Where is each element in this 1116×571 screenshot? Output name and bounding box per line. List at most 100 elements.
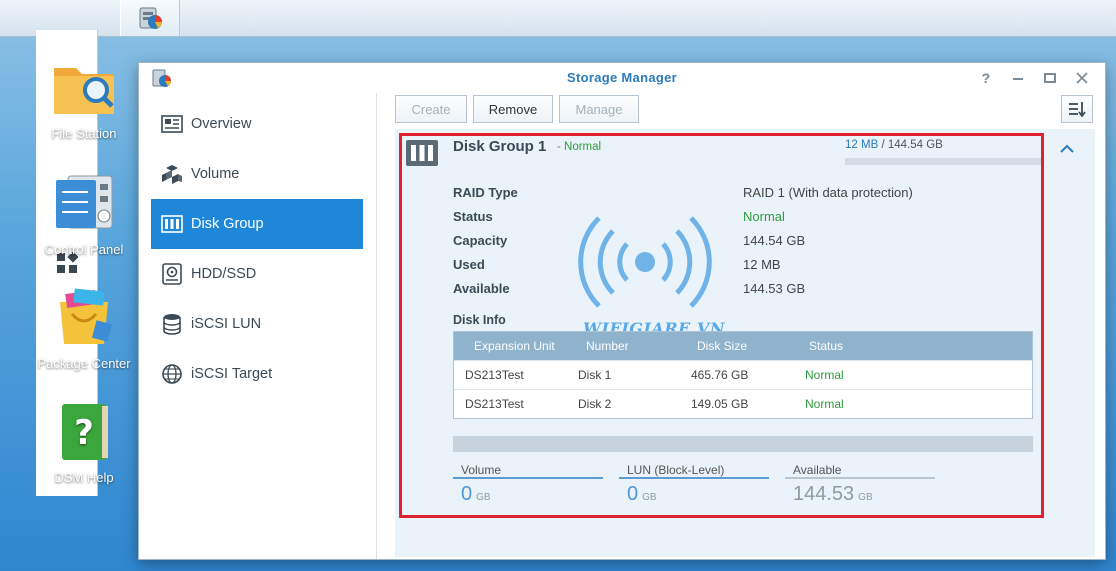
property-key: Used [453,257,485,272]
sidebar-item-volume[interactable]: Volume [151,149,363,199]
property-key: Status [453,209,493,224]
stat-unit: GB [642,492,657,503]
column-header-number[interactable]: Number [586,332,629,360]
disk-group-icon [161,213,183,235]
disk-group-panel[interactable]: Disk Group 1 - Normal 12 MB / 144.54 GB … [395,129,1095,557]
sidebar-item-label: iSCSI LUN [191,316,262,332]
collapse-toggle[interactable] [1059,143,1075,155]
usage-text: 12 MB / 144.54 GB [845,139,943,151]
remove-button[interactable]: Remove [473,95,553,123]
disk-info-table: Expansion Unit Number Disk Size Status D… [453,331,1033,419]
sort-button[interactable] [1061,95,1093,123]
property-value: 144.54 GB [743,233,806,248]
stat-label: Volume [453,461,603,479]
cell-disk-size: 149.05 GB [691,397,749,411]
chevron-up-icon [1060,144,1074,153]
shopping-bag-icon [60,288,113,344]
stat-label: LUN (Block-Level) [619,461,769,479]
stat-lun: LUN (Block-Level) 0 GB [619,461,769,511]
sidebar-item-disk-group[interactable]: Disk Group [151,199,363,249]
iscsi-lun-icon [161,313,183,335]
cell-disk-size: 465.76 GB [691,368,749,382]
disk-info-label: Disk Info [453,313,506,327]
desktop-icon-label: DSM Help [54,470,114,485]
svg-text:?: ? [74,413,94,453]
usage-separator: / [878,139,888,151]
stat-value-wrap: 144.53 GB [785,483,935,506]
allocation-bar [453,436,1033,452]
column-header-disk-size[interactable]: Disk Size [697,332,747,360]
usage-total: 144.54 GB [887,139,943,151]
sidebar-item-label: iSCSI Target [191,366,273,382]
property-row: Status Normal [453,209,993,233]
desktop-icon-file-station[interactable]: File Station [34,58,134,141]
help-icon[interactable]: ? [975,67,997,89]
desktop-icon-control-panel[interactable]: Control Panel [34,174,134,257]
sidebar-item-label: Overview [191,116,252,132]
create-button[interactable]: Create [395,95,467,123]
storage-manager-icon [151,68,173,88]
property-row: RAID Type RAID 1 (With data protection) [453,185,993,209]
property-key: Capacity [453,233,508,248]
desktop-icon-dsm-help[interactable]: ? DSM Help [34,402,134,485]
status-text: Normal [564,141,602,153]
property-value: Normal [743,209,785,224]
stat-value: 0 [461,483,473,505]
sidebar-item-hdd-ssd[interactable]: HDD/SSD [151,249,363,299]
close-icon[interactable] [1071,67,1093,89]
property-value: 144.53 GB [743,281,806,296]
folder-icon [54,68,114,114]
status-dash: - [557,141,565,153]
globe-icon [161,363,183,385]
maximize-icon[interactable] [1039,67,1061,89]
cell-expansion-unit: DS213Test [465,368,524,382]
stat-value: 144.53 [793,483,855,505]
main-content: Create Remove Manage Disk Group 1 - Norm… [379,93,1105,559]
column-header-expansion-unit[interactable]: Expansion Unit [474,332,555,360]
taskbar [0,0,1116,496]
property-key: RAID Type [453,185,518,200]
window-title: Storage Manager [567,70,677,85]
table-row[interactable]: DS213Test Disk 2 149.05 GB Normal [454,389,1032,418]
property-row: Used 12 MB [453,257,993,281]
usage-used: 12 MB [845,139,879,151]
stat-unit: GB [858,492,873,503]
help-book-icon: ? [62,404,108,460]
column-header-status[interactable]: Status [809,332,843,360]
sidebar-item-label: HDD/SSD [191,266,257,282]
sidebar: Overview Volume Disk Group HDD/SSD iSCSI… [139,93,377,559]
stat-label: Available [785,461,935,479]
table-header: Expansion Unit Number Disk Size Status [454,332,1032,360]
disk-group-title: Disk Group 1 [453,138,547,155]
hdd-icon [161,263,183,285]
sidebar-item-iscsi-target[interactable]: iSCSI Target [151,349,363,399]
stat-value-wrap: 0 GB [619,483,769,506]
cell-status: Normal [805,397,844,411]
sidebar-item-label: Volume [191,166,240,182]
usage-bar [845,158,1041,165]
property-value: RAID 1 (With data protection) [743,185,913,200]
sidebar-item-overview[interactable]: Overview [151,99,363,149]
manage-button[interactable]: Manage [559,95,639,123]
stat-volume: Volume 0 GB [453,461,603,511]
property-value: 12 MB [743,257,781,272]
storage-manager-icon [139,7,162,29]
minimize-icon[interactable] [1007,67,1029,89]
desktop-icon-label: Control Panel [44,242,124,257]
desktop-icon-package-center[interactable]: Package Center [34,288,134,371]
overview-icon [161,113,183,135]
cell-number: Disk 2 [578,397,612,411]
property-row: Capacity 144.54 GB [453,233,993,257]
cell-number: Disk 1 [578,368,612,382]
taskbar-storage-manager-button[interactable] [120,0,180,36]
cell-status: Normal [805,368,844,382]
stat-value: 0 [627,483,639,505]
wifi-watermark-icon [575,207,715,317]
window-titlebar[interactable]: Storage Manager ? [139,63,1105,93]
properties-list: RAID Type RAID 1 (With data protection) S… [453,185,993,305]
toolbar: Create Remove Manage [395,95,639,125]
property-key: Available [453,281,510,296]
disk-group-status: - Normal [557,141,601,153]
sidebar-item-iscsi-lun[interactable]: iSCSI LUN [151,299,363,349]
table-row[interactable]: DS213Test Disk 1 465.76 GB Normal [454,360,1032,389]
